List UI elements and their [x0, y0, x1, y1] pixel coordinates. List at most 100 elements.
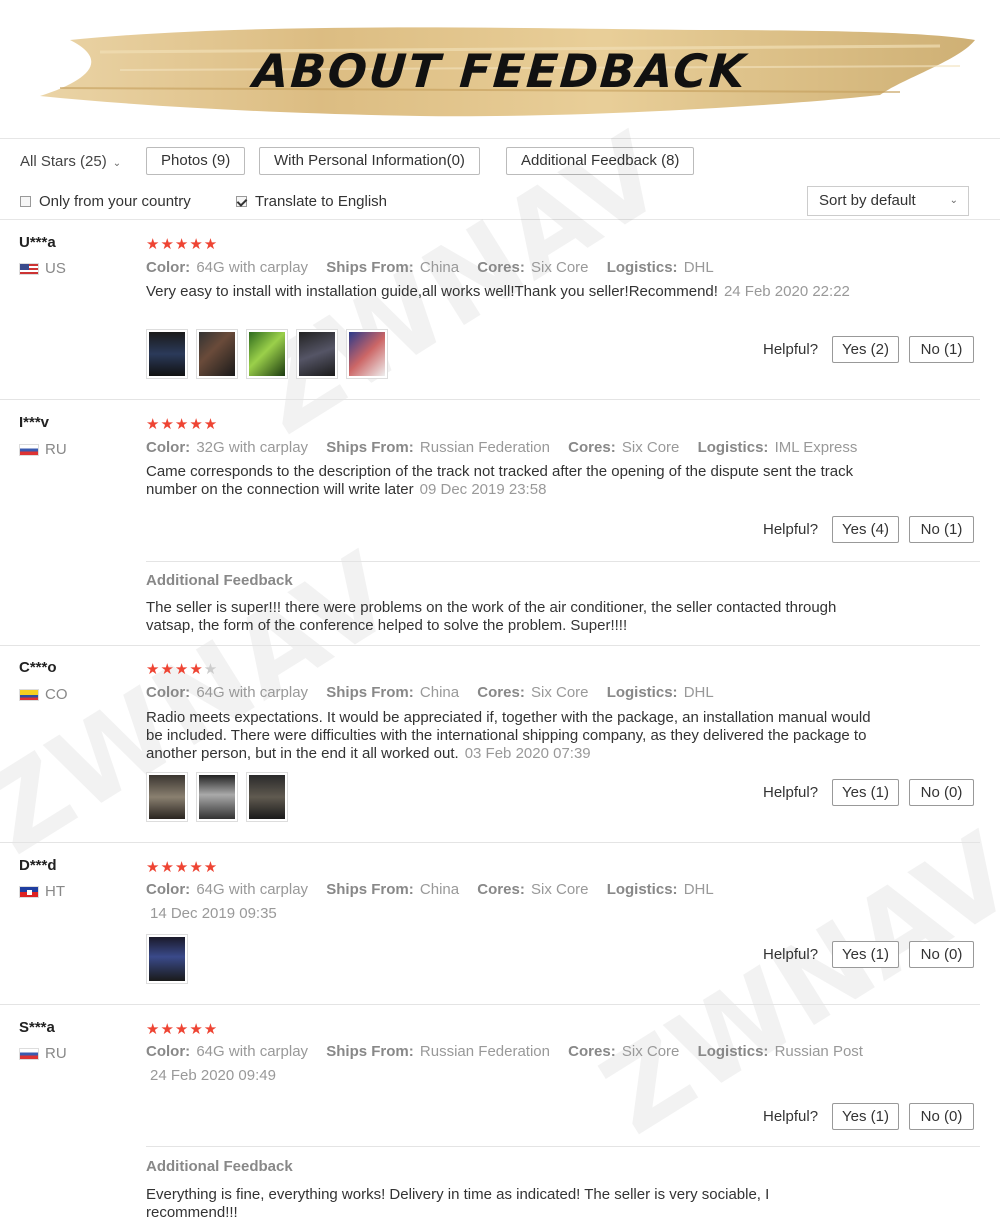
cores-value: Six Core: [530, 259, 589, 276]
reviewer-country: US: [19, 260, 66, 277]
review-photo-thumbnail[interactable]: [196, 329, 238, 379]
additional-feedback-text: The seller is super!!! there were proble…: [146, 599, 837, 634]
logistics-label: Logistics:: [606, 259, 678, 276]
sort-label: Sort by default: [819, 192, 916, 209]
only-country-label: Only from your country: [39, 193, 191, 210]
reviewer-name: S***a: [19, 1019, 55, 1036]
review-photo-thumbnail[interactable]: [346, 329, 388, 379]
translate-label: Translate to English: [255, 193, 388, 210]
country-code: RU: [45, 1045, 67, 1062]
review-photo-thumbnail[interactable]: [246, 772, 288, 822]
review-date: 24 Feb 2020 22:22: [723, 283, 850, 300]
all-stars-label: All Stars (25): [20, 153, 107, 170]
ht-flag-icon: [19, 885, 39, 898]
color-label: Color:: [146, 881, 191, 898]
logistics-value: Russian Post: [774, 1043, 863, 1060]
star-rating: ★★★★★: [146, 859, 219, 876]
helpful-no-button[interactable]: No (0): [909, 1103, 974, 1130]
ru-flag-icon: [19, 1047, 39, 1060]
ships-from-value: China: [419, 881, 460, 898]
feedback-header: ABOUT FEEDBACK: [0, 0, 1000, 138]
cores-value: Six Core: [621, 1043, 680, 1060]
review-text: Radio meets expectations. It would be ap…: [146, 709, 886, 763]
ships-from-value: Russian Federation: [419, 439, 550, 456]
cores-value: Six Core: [530, 684, 589, 701]
checkbox-box[interactable]: [20, 196, 31, 207]
helpful-yes-button[interactable]: Yes (4): [832, 516, 899, 543]
ru-flag-icon: [19, 443, 39, 456]
checkbox-checked-icon[interactable]: [236, 196, 247, 207]
ships-from-label: Ships From:: [326, 881, 414, 898]
country-code: RU: [45, 441, 67, 458]
color-label: Color:: [146, 684, 191, 701]
helpful-label: Helpful?: [763, 341, 819, 358]
additional-feedback-title: Additional Feedback: [146, 572, 293, 589]
logistics-label: Logistics:: [697, 439, 769, 456]
divider: [0, 842, 980, 843]
reviewer-name: U***a: [19, 234, 56, 251]
country-code: CO: [45, 686, 68, 703]
reviewer-country: RU: [19, 441, 67, 458]
review-photo-thumbnail[interactable]: [196, 772, 238, 822]
helpful-yes-button[interactable]: Yes (1): [832, 941, 899, 968]
ships-from-value: China: [419, 684, 460, 701]
color-value: 64G with carplay: [196, 881, 309, 898]
country-code: US: [45, 260, 66, 277]
reviewer-name: D***d: [19, 857, 57, 874]
chevron-down-icon: ⌄: [949, 195, 958, 206]
review-photo-thumbnail[interactable]: [246, 329, 288, 379]
review-attributes: Color: 64G with carplay Ships From: Chin…: [146, 259, 714, 276]
photos-filter-button[interactable]: Photos (9): [146, 147, 246, 175]
cores-value: Six Core: [621, 439, 680, 456]
personal-info-filter-button[interactable]: With Personal Information(0): [259, 147, 480, 175]
divider: [0, 399, 980, 400]
cores-label: Cores:: [477, 684, 525, 701]
star-rating: ★★★★★: [146, 416, 219, 433]
cores-label: Cores:: [568, 1043, 616, 1060]
ships-from-label: Ships From:: [326, 684, 414, 701]
divider: [146, 1146, 980, 1147]
helpful-no-button[interactable]: No (0): [909, 941, 974, 968]
helpful-no-button[interactable]: No (0): [909, 779, 974, 806]
helpful-label: Helpful?: [763, 946, 819, 963]
cores-label: Cores:: [568, 439, 616, 456]
translate-checkbox[interactable]: Translate to English: [236, 193, 387, 210]
all-stars-dropdown[interactable]: All Stars (25) ⌄: [20, 153, 121, 170]
star-rating: ★★★★★: [146, 1021, 219, 1038]
additional-feedback-filter-button[interactable]: Additional Feedback (8): [506, 147, 695, 175]
helpful-label: Helpful?: [763, 784, 819, 801]
divider: [146, 561, 980, 562]
ships-from-label: Ships From:: [326, 439, 414, 456]
helpful-no-button[interactable]: No (1): [909, 336, 974, 363]
filter-bar: All Stars (25) ⌄ Photos (9) With Personal…: [0, 138, 1000, 220]
review-photo-thumbnail[interactable]: [296, 329, 338, 379]
additional-feedback-text: Everything is fine, everything works! De…: [146, 1186, 770, 1221]
helpful-yes-button[interactable]: Yes (2): [832, 336, 899, 363]
helpful-yes-button[interactable]: Yes (1): [832, 1103, 899, 1130]
review-body: Very easy to install with installation g…: [146, 283, 718, 300]
helpful-yes-button[interactable]: Yes (1): [832, 779, 899, 806]
logistics-value: DHL: [683, 259, 714, 276]
review-photos: [146, 772, 288, 822]
color-value: 64G with carplay: [196, 259, 309, 276]
only-country-checkbox[interactable]: Only from your country: [20, 193, 191, 210]
color-value: 32G with carplay: [196, 439, 309, 456]
co-flag-icon: [19, 688, 39, 701]
logistics-value: IML Express: [774, 439, 858, 456]
reviewer-name: C***o: [19, 659, 57, 676]
review-photo-thumbnail[interactable]: [146, 934, 188, 984]
cores-value: Six Core: [530, 881, 589, 898]
star-rating: ★★★★★: [146, 661, 219, 678]
color-label: Color:: [146, 259, 191, 276]
review-text: Came corresponds to the description of t…: [146, 463, 881, 499]
ships-from-value: China: [419, 259, 460, 276]
ships-from-value: Russian Federation: [419, 1043, 550, 1060]
review-photo-thumbnail[interactable]: [146, 329, 188, 379]
helpful-no-button[interactable]: No (1): [909, 516, 974, 543]
review-photo-thumbnail[interactable]: [146, 772, 188, 822]
sort-select[interactable]: Sort by default ⌄: [807, 186, 969, 216]
review-attributes: Color: 64G with carplay Ships From: Chin…: [146, 684, 714, 701]
review-photos: [146, 934, 188, 984]
review-attributes: Color: 64G with carplay Ships From: Chin…: [146, 881, 714, 898]
review-text: Very easy to install with installation g…: [146, 283, 866, 301]
